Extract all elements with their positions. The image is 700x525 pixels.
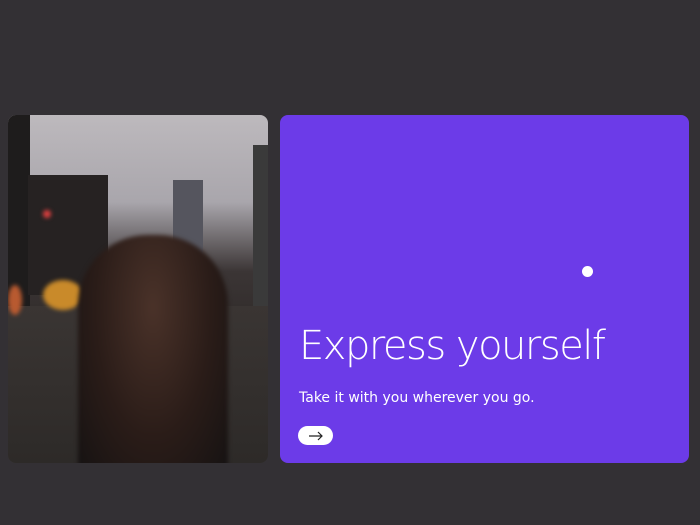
next-button[interactable]	[298, 426, 333, 445]
hero-title: Express yourself	[299, 323, 605, 369]
hero-subtitle: Take it with you wherever you go.	[299, 390, 535, 406]
hero-card: Express yourself Take it with you wherev…	[280, 115, 689, 463]
city-photo	[8, 115, 268, 463]
dot-indicator	[582, 266, 593, 277]
arrow-right-icon	[308, 431, 324, 441]
